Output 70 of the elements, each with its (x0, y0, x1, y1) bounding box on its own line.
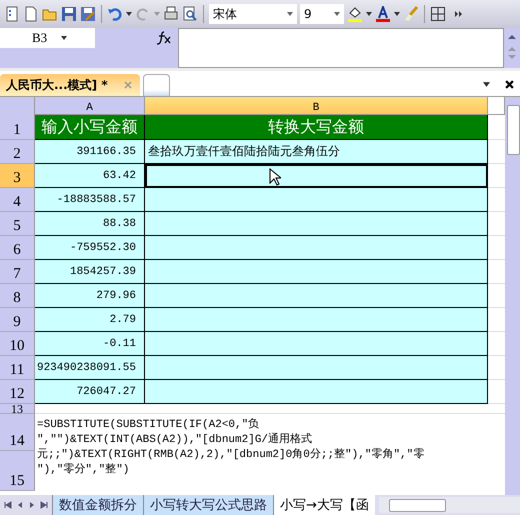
table-cell: -18883588.57 (35, 188, 145, 212)
borders-icon[interactable] (430, 6, 446, 22)
table-cell: 391166.35 (35, 140, 145, 164)
scroll-thumb[interactable] (507, 105, 520, 155)
new-file-icon[interactable] (23, 6, 39, 22)
table-cell: 88.38 (35, 212, 145, 236)
row-header[interactable]: 5 (0, 212, 35, 236)
sheet-tab[interactable]: 数值金额拆分 (52, 495, 143, 515)
font-size-dropdown[interactable]: 9 (300, 4, 344, 24)
dropdown-arrow-icon (154, 12, 160, 16)
table-cell: 2.79 (35, 308, 145, 332)
row-header[interactable]: 11 (0, 356, 35, 380)
table-cell: -759552.30 (35, 236, 145, 260)
font-dropdown[interactable]: 宋体 (209, 4, 297, 24)
fx-icon[interactable] (156, 31, 172, 45)
column-header[interactable]: A (35, 97, 145, 115)
close-icon[interactable] (505, 80, 514, 89)
dropdown-arrow-icon[interactable] (366, 12, 372, 16)
header-cell: 转换大写金额 (145, 115, 488, 140)
more-icon[interactable] (455, 10, 463, 18)
scroll-arrows-icon[interactable] (507, 32, 517, 62)
next-sheet-icon[interactable] (28, 501, 36, 509)
font-color-icon[interactable] (375, 6, 391, 22)
formula-text: =SUBSTITUTE(SUBSTITUTE(IF(A2<0,"负 ","")&TEXT(INT(ABS(A2)),"[dbnum2]G/通用格式 元;;")&TEXT(RIGHT(RMB(A2),2),"[dbnum2]0角0分;;整"),"零角","零 "),"零分","整") (36, 417, 426, 478)
row-header[interactable]: 13 (0, 404, 35, 414)
dropdown-arrow-icon[interactable] (334, 12, 340, 16)
properties-icon[interactable] (4, 6, 20, 22)
document-tab[interactable]: 人民币大...模式] * (0, 74, 140, 96)
row-header[interactable]: 7 (0, 260, 35, 284)
table-cell: 1854257.39 (35, 260, 145, 284)
previous-sheet-icon[interactable] (16, 501, 24, 509)
print-icon[interactable] (163, 6, 179, 22)
dropdown-arrow-icon[interactable] (126, 12, 132, 16)
table-cell: 923490238091.55 (35, 356, 145, 380)
first-sheet-icon[interactable] (4, 501, 12, 509)
fill-color-icon[interactable] (347, 6, 363, 22)
row-header[interactable]: 3 (0, 164, 35, 188)
row-header[interactable]: 4 (0, 188, 35, 212)
sheet-tab[interactable]: 小写→大写【函 (273, 495, 375, 515)
row-header[interactable]: 12 (0, 380, 35, 404)
row-header[interactable]: 2 (0, 140, 35, 164)
dropdown-arrow-icon[interactable] (483, 82, 490, 87)
header-cell: 输入小写金额 (35, 115, 145, 140)
save-as-icon[interactable] (80, 6, 96, 22)
horizontal-scrollbar[interactable] (378, 497, 520, 513)
row-header[interactable]: 8 (0, 284, 35, 308)
table-cell: 279.96 (35, 284, 145, 308)
name-box[interactable]: B3 (0, 28, 95, 48)
save-icon[interactable] (61, 6, 77, 22)
undo-icon[interactable] (107, 6, 123, 22)
row-header[interactable]: 10 (0, 332, 35, 356)
table-cell: 726047.27 (35, 380, 145, 404)
sheet-tab[interactable]: 小写转大写公式思路 (143, 495, 273, 515)
table-cell: -0.11 (35, 332, 145, 356)
column-header[interactable] (488, 97, 505, 115)
vertical-scrollbar[interactable] (505, 97, 520, 495)
row-header[interactable]: 14 (0, 414, 35, 451)
print-preview-icon[interactable] (182, 6, 198, 22)
table-cell: 63.42 (35, 164, 145, 188)
last-sheet-icon[interactable] (40, 501, 48, 509)
row-header[interactable]: 9 (0, 308, 35, 332)
row-header[interactable]: 1 (0, 115, 35, 140)
table-cell: 叁拾玖万壹仟壹佰陆拾陆元叁角伍分 (145, 140, 488, 164)
scroll-thumb[interactable] (388, 499, 446, 512)
formula-input[interactable] (178, 28, 504, 68)
dropdown-arrow-icon[interactable] (287, 12, 293, 16)
column-header[interactable]: B (145, 97, 488, 115)
row-header[interactable]: 15 (0, 451, 35, 491)
row-header[interactable]: 6 (0, 236, 35, 260)
dropdown-arrow-icon[interactable] (394, 12, 400, 16)
